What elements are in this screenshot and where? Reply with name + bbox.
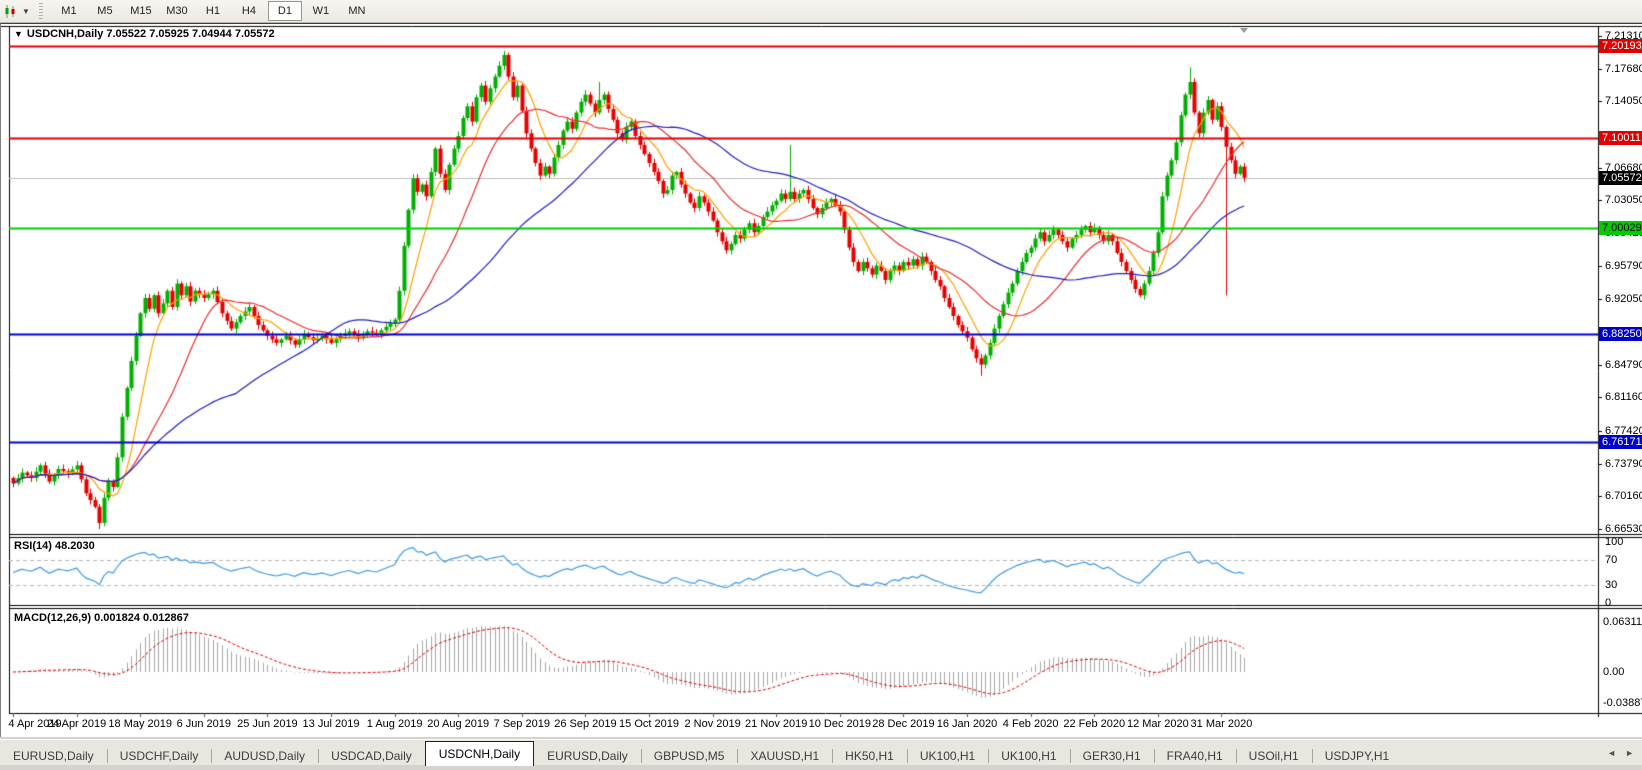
chart-tab-0-eurusd-daily[interactable]: EURUSD,Daily: [0, 746, 107, 766]
chart-tab-bar: EURUSD,DailyUSDCHF,DailyAUDUSD,DailyUSDC…: [0, 739, 1642, 766]
dropdown-caret-icon[interactable]: ▼: [22, 7, 30, 16]
timeframe-button-h1[interactable]: H1: [196, 1, 230, 21]
chart-tab-12-fra40-h1[interactable]: FRA40,H1: [1154, 746, 1236, 766]
chart-tab-8-hk50-h1[interactable]: HK50,H1: [832, 746, 907, 766]
tab-scroll-nav: ◄►: [1607, 748, 1634, 758]
chart-tab-1-usdchf-daily[interactable]: USDCHF,Daily: [107, 746, 212, 766]
timeframe-button-mn[interactable]: MN: [340, 1, 374, 21]
timeframe-button-h4[interactable]: H4: [232, 1, 266, 21]
chart-tab-3-usdcad-daily[interactable]: USDCAD,Daily: [318, 746, 425, 766]
timeframe-button-m5[interactable]: M5: [88, 1, 122, 21]
chart-tab-5-eurusd-daily[interactable]: EURUSD,Daily: [534, 746, 641, 766]
chart-tab-4-usdcnh-daily[interactable]: USDCNH,Daily: [425, 741, 534, 766]
chart-tab-13-usoil-h1[interactable]: USOil,H1: [1236, 746, 1312, 766]
top-toolbar: ▼ M1M5M15M30H1H4D1W1MN: [0, 0, 1642, 23]
timeframe-button-group: M1M5M15M30H1H4D1W1MN: [51, 1, 375, 21]
timeframe-button-w1[interactable]: W1: [304, 1, 338, 21]
tab-scroll-right-icon[interactable]: ►: [1625, 748, 1634, 758]
chart-tab-11-ger30-h1[interactable]: GER30,H1: [1070, 746, 1154, 766]
toolbar-grip[interactable]: [39, 3, 43, 19]
chart-tab-14-usdjpy-h1[interactable]: USDJPY,H1: [1312, 746, 1402, 766]
chart-window: ▼USDCNH,Daily 7.05522 7.05925 7.04944 7.…: [0, 23, 1642, 737]
chart-tab-9-uk100-h1[interactable]: UK100,H1: [907, 746, 988, 766]
timeframe-button-d1[interactable]: D1: [268, 1, 302, 21]
chart-tab-7-xauusd-h1[interactable]: XAUUSD,H1: [737, 746, 832, 766]
chart-tab-6-gbpusd-m5[interactable]: GBPUSD,M5: [641, 746, 738, 766]
tab-scroll-left-icon[interactable]: ◄: [1607, 748, 1616, 758]
chart-tab-2-audusd-daily[interactable]: AUDUSD,Daily: [211, 746, 318, 766]
timeframe-button-m1[interactable]: M1: [52, 1, 86, 21]
timeframe-button-m30[interactable]: M30: [160, 1, 194, 21]
chart-tab-10-uk100-h1[interactable]: UK100,H1: [988, 746, 1069, 766]
charts-tool-icon[interactable]: [4, 4, 19, 19]
status-strip: [0, 765, 1642, 770]
price-chart-canvas[interactable]: [1, 24, 1642, 737]
timeframe-button-m15[interactable]: M15: [124, 1, 158, 21]
